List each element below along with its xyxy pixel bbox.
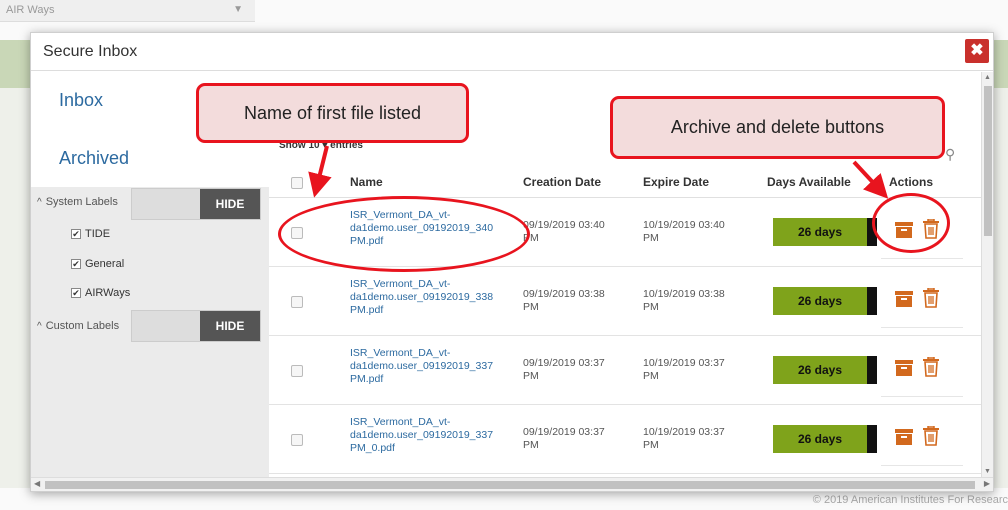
days-available-badge: 26 days [773, 425, 877, 453]
hide-custom-labels-button[interactable]: HIDE [200, 311, 260, 341]
system-labels-title[interactable]: ^ System Labels [37, 196, 118, 208]
archive-icon[interactable] [895, 428, 913, 446]
system-labels-toggle[interactable]: HIDE [131, 188, 261, 220]
select-all-checkbox[interactable] [291, 177, 303, 189]
scroll-right-icon[interactable]: ▶ [984, 479, 990, 488]
column-creation-date[interactable]: Creation Date [523, 175, 601, 189]
custom-labels-toggle[interactable]: HIDE [131, 310, 261, 342]
system-labels-group: ^ System Labels HIDE [31, 188, 269, 222]
row-actions [881, 406, 963, 466]
row-checkbox[interactable] [291, 296, 303, 308]
table-header: Name Creation Date Expire Date Days Avai… [269, 168, 981, 198]
custom-labels-group: ^ Custom Labels HIDE [31, 308, 269, 342]
copyright-text: © 2019 American Institutes For Researc [812, 494, 1008, 506]
callout-first-file: Name of first file listed [196, 83, 469, 143]
table-row: ISR_Vermont_DA_vt-da1demo.user_09192019_… [269, 268, 981, 336]
modal-header: Secure Inbox ✖ [31, 33, 993, 71]
table-row: ISR_Vermont_DA_vt-da1demo.user_09192019_… [269, 406, 981, 474]
row-actions [881, 337, 963, 397]
trash-icon[interactable] [923, 288, 939, 308]
file-name-link[interactable]: ISR_Vermont_DA_vt-da1demo.user_09192019_… [350, 347, 510, 386]
scroll-down-icon[interactable]: ▼ [984, 468, 991, 475]
label-item-airways[interactable]: ✔ AIRWays [71, 287, 130, 299]
expire-date: 10/19/2019 03:37 PM [643, 426, 725, 451]
column-actions: Actions [889, 175, 934, 189]
creation-date: 09/19/2019 03:37 PM [523, 357, 605, 382]
days-available-badge: 26 days [773, 287, 877, 315]
label-item-tide[interactable]: ✔ TIDE [71, 228, 110, 240]
check-icon: ✔ [71, 288, 81, 299]
check-icon: ✔ [71, 259, 81, 270]
file-name-link[interactable]: ISR_Vermont_DA_vt-da1demo.user_09192019_… [350, 416, 510, 455]
archive-icon[interactable] [895, 290, 913, 308]
scrollbar-thumb[interactable] [45, 481, 975, 489]
modal-title: Secure Inbox [43, 43, 138, 60]
vertical-scrollbar[interactable]: ▲ ▼ [981, 72, 993, 477]
callout-action-buttons: Archive and delete buttons [610, 96, 945, 159]
highlight-first-file [278, 196, 530, 272]
creation-date: 09/19/2019 03:37 PM [523, 426, 605, 451]
custom-labels-title[interactable]: ^ Custom Labels [37, 320, 119, 332]
archive-icon[interactable] [895, 359, 913, 377]
row-checkbox[interactable] [291, 365, 303, 377]
chevron-down-icon: ▼ [233, 4, 243, 15]
app-selector[interactable]: AIR Ways ▼ [0, 0, 255, 22]
creation-date: 09/19/2019 03:38 PM [523, 288, 605, 313]
expire-date: 10/19/2019 03:38 PM [643, 288, 725, 313]
sidebar-item-inbox[interactable]: Inbox [59, 90, 103, 111]
trash-icon[interactable] [923, 426, 939, 446]
column-name[interactable]: Name [350, 175, 383, 189]
table-row: ISR_Vermont_DA_vt-da1demo.user_09192019_… [269, 337, 981, 405]
chevron-up-icon: ^ [37, 197, 42, 208]
days-available-badge: 26 days [773, 218, 877, 246]
chevron-up-icon: ^ [37, 321, 42, 332]
column-days-available[interactable]: Days Available [767, 175, 851, 189]
column-expire-date[interactable]: Expire Date [643, 175, 709, 189]
close-icon: ✖ [970, 42, 984, 59]
check-icon: ✔ [71, 229, 81, 240]
scroll-up-icon[interactable]: ▲ [984, 74, 991, 81]
trash-icon[interactable] [923, 357, 939, 377]
scrollbar-thumb[interactable] [984, 86, 992, 236]
row-checkbox[interactable] [291, 434, 303, 446]
days-available-badge: 26 days [773, 356, 877, 384]
scroll-left-icon[interactable]: ◀ [34, 479, 40, 488]
search-icon[interactable]: ⚲ [945, 146, 955, 163]
creation-date: 09/19/2019 03:40 PM [523, 219, 605, 244]
highlight-action-buttons [872, 193, 950, 253]
file-name-link[interactable]: ISR_Vermont_DA_vt-da1demo.user_09192019_… [350, 278, 510, 317]
app-name: AIR Ways [6, 4, 55, 16]
sidebar-item-archived[interactable]: Archived [59, 148, 129, 169]
row-actions [881, 268, 963, 328]
close-button[interactable]: ✖ [965, 39, 989, 63]
hide-system-labels-button[interactable]: HIDE [200, 189, 260, 219]
label-item-general[interactable]: ✔ General [71, 258, 124, 270]
horizontal-scrollbar[interactable]: ◀ ▶ [31, 477, 993, 491]
expire-date: 10/19/2019 03:37 PM [643, 357, 725, 382]
expire-date: 10/19/2019 03:40 PM [643, 219, 725, 244]
